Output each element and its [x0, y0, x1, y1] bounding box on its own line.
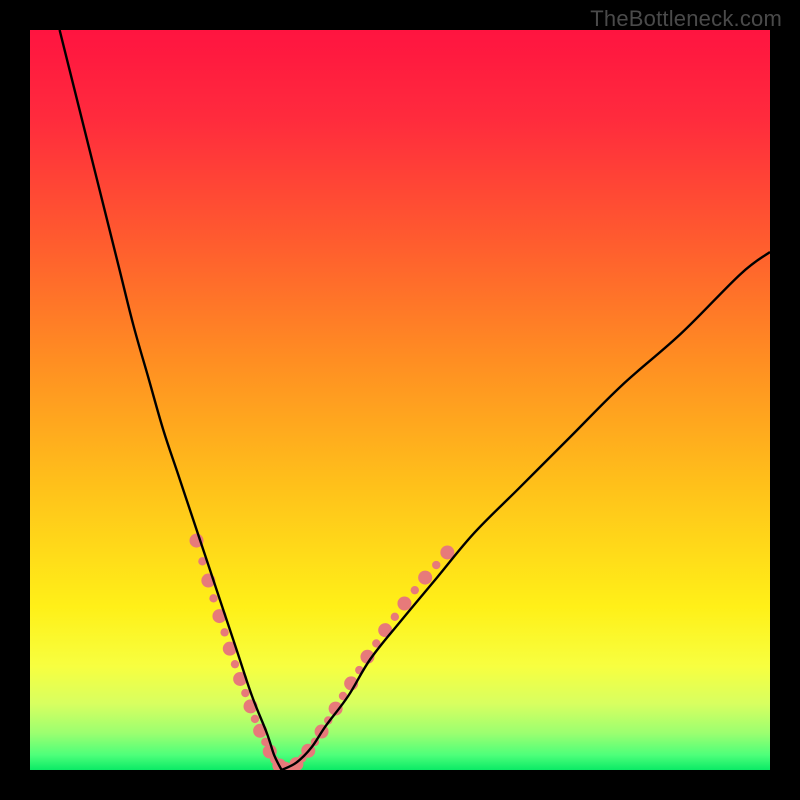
- highlight-dot: [432, 561, 440, 569]
- highlight-dot: [241, 689, 249, 697]
- gradient-background: [30, 30, 770, 770]
- highlight-dot: [411, 586, 419, 594]
- frame: TheBottleneck.com: [0, 0, 800, 800]
- highlight-dot: [209, 594, 217, 602]
- highlight-dot: [418, 571, 432, 585]
- watermark-text: TheBottleneck.com: [590, 6, 782, 32]
- plot-area: [30, 30, 770, 770]
- highlight-dot: [397, 597, 411, 611]
- highlight-dot: [251, 715, 259, 723]
- highlight-dot: [391, 613, 399, 621]
- highlight-dot: [220, 628, 228, 636]
- chart-svg: [30, 30, 770, 770]
- highlight-dot: [231, 660, 239, 668]
